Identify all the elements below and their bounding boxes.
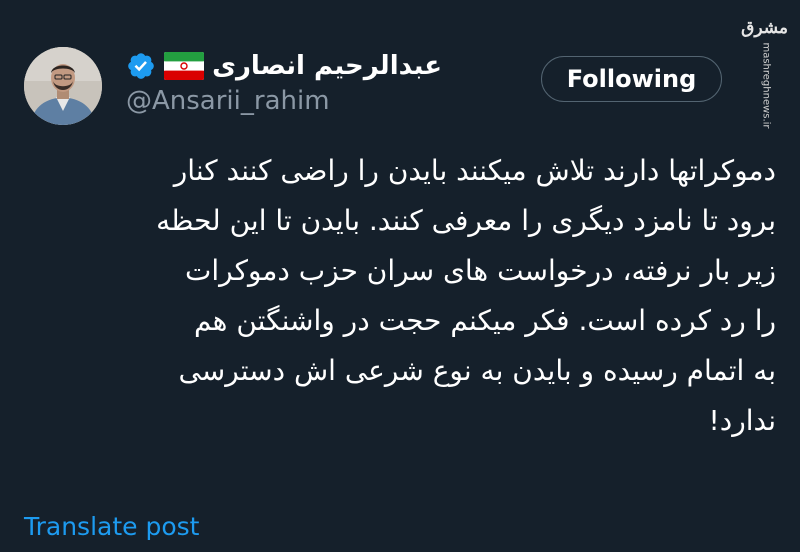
- tweet-line: ندارد!: [708, 404, 776, 437]
- watermark-logo: مشرق: [741, 18, 788, 38]
- tweet-line: دموکراتها دارند تلاش میکنند بایدن را راض…: [173, 154, 776, 187]
- verified-badge-icon: [128, 53, 154, 79]
- author-handle[interactable]: @Ansarii_rahim: [126, 86, 330, 116]
- watermark: مشرق mashreghnews.ir: [741, 18, 788, 138]
- avatar-photo: [24, 47, 102, 125]
- author-display-name[interactable]: عبدالرحیم انصاری: [212, 51, 442, 81]
- following-button[interactable]: Following: [541, 56, 722, 102]
- iran-flag-icon: [164, 52, 205, 80]
- author-name-row: عبدالرحیم انصاری: [126, 44, 442, 88]
- tweet-text: دموکراتها دارند تلاش میکنند بایدن را راض…: [20, 146, 776, 446]
- translate-post-link[interactable]: Translate post: [24, 512, 199, 541]
- watermark-url: mashreghnews.ir: [760, 42, 772, 129]
- tweet-line: برود تا نامزد دیگری را معرفی کنند. بایدن…: [156, 204, 776, 237]
- tweet-line: زیر بار نرفته، درخواست های سران حزب دموک…: [185, 254, 776, 287]
- tweet-card: عبدالرحیم انصاری @Ansarii_rahim Followin…: [0, 0, 800, 552]
- tweet-line: به اتمام رسیده و بایدن به نوع شرعی اش دس…: [178, 354, 776, 387]
- avatar[interactable]: [24, 47, 102, 125]
- tweet-line: را رد کرده است. فکر میکنم حجت در واشنگتن…: [194, 304, 776, 337]
